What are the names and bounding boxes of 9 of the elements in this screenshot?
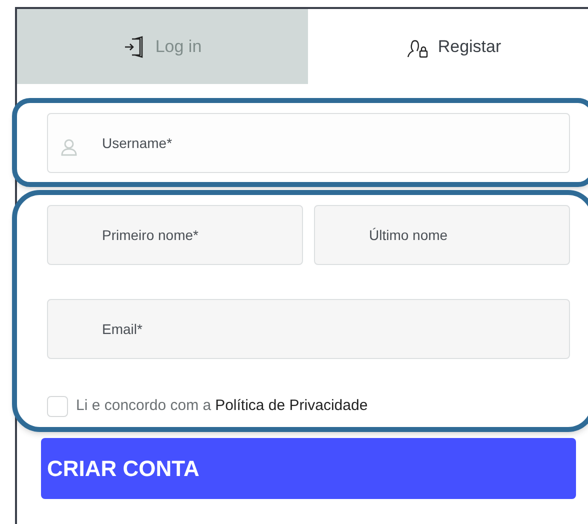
input-field[interactable]: Primeiro nome*	[47, 205, 303, 265]
input-field[interactable]: Email*	[47, 299, 570, 359]
consent-text: Li e concordo com a	[76, 396, 212, 416]
create-account-button[interactable]: CRIAR CONTA	[41, 438, 576, 499]
checkbox[interactable]	[47, 396, 68, 417]
input-field[interactable]: Último nome	[314, 205, 570, 265]
privacy-policy-link[interactable]: Política de Privacidade	[215, 395, 368, 418]
user-icon	[59, 136, 79, 156]
input-field[interactable]: Username*	[47, 112, 570, 172]
